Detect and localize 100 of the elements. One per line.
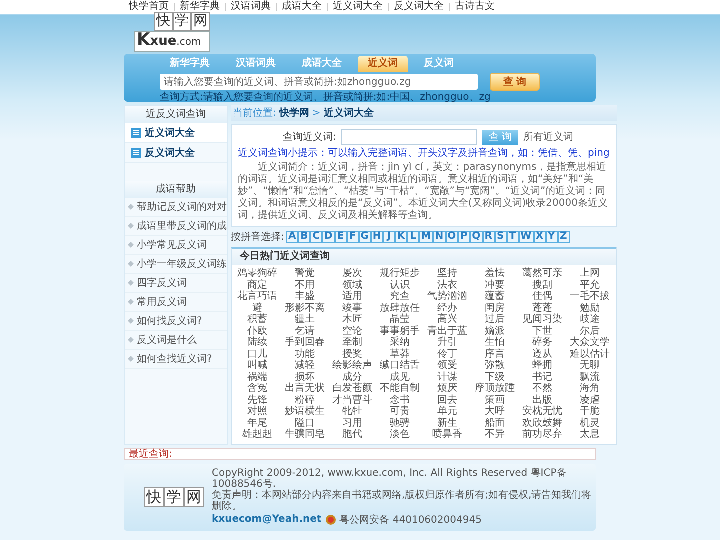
letter-link[interactable]: B bbox=[298, 231, 310, 243]
word-link[interactable]: 减轻 bbox=[295, 360, 316, 372]
top-nav-link[interactable]: 新华字典 bbox=[175, 1, 225, 13]
word-link[interactable]: 不用 bbox=[295, 280, 316, 291]
word-link[interactable]: 警觉 bbox=[295, 268, 316, 280]
word-link[interactable]: 序言 bbox=[485, 348, 506, 360]
word-link[interactable]: 蜂拥 bbox=[532, 360, 553, 372]
help-link[interactable]: 帮助记反义词的对对 bbox=[125, 198, 227, 217]
word-link[interactable]: 大众文学 bbox=[570, 337, 610, 348]
word-link[interactable]: 单元 bbox=[438, 406, 458, 418]
word-link[interactable]: 妙语横生 bbox=[285, 406, 326, 418]
word-link[interactable]: 才当曹斗 bbox=[332, 394, 373, 406]
letter-link[interactable]: A bbox=[286, 231, 298, 243]
word-link[interactable]: 凌虐 bbox=[580, 394, 600, 406]
help-link[interactable]: 小学一年级反义词练 bbox=[125, 255, 227, 274]
word-link[interactable]: 领受 bbox=[438, 360, 458, 372]
word-link[interactable]: 白发苍颜 bbox=[332, 383, 373, 394]
word-link[interactable]: 遵从 bbox=[532, 348, 553, 360]
word-link[interactable]: 伶丁 bbox=[438, 348, 458, 360]
word-link[interactable]: 回去 bbox=[438, 394, 458, 406]
help-link[interactable]: 反义词是什么 bbox=[125, 331, 227, 350]
letter-link[interactable]: R bbox=[482, 231, 495, 243]
top-nav-link[interactable]: 反义词大全 bbox=[389, 1, 449, 13]
word-link[interactable]: 竣事 bbox=[342, 302, 363, 314]
word-link[interactable]: 佳偶 bbox=[532, 291, 553, 302]
word-link[interactable]: 年尾 bbox=[248, 418, 268, 429]
word-link[interactable]: 成见 bbox=[390, 372, 410, 383]
word-link[interactable]: 事事躬手 bbox=[380, 326, 420, 337]
word-link[interactable]: 一毛不拔 bbox=[570, 291, 610, 302]
help-link[interactable]: 小学常见反义词 bbox=[125, 236, 227, 255]
help-link[interactable]: 成语里带反义词的成 bbox=[125, 217, 227, 236]
top-nav-link[interactable]: 快学首页 bbox=[124, 1, 174, 13]
word-link[interactable]: 晶莹 bbox=[390, 314, 410, 326]
letter-link[interactable]: Q bbox=[470, 231, 483, 243]
letter-link[interactable]: E bbox=[334, 231, 347, 243]
word-link[interactable]: 升引 bbox=[438, 337, 458, 348]
search-button[interactable]: 查 询 bbox=[490, 73, 540, 91]
letter-link[interactable]: G bbox=[358, 231, 371, 243]
word-link[interactable]: 蕴蓄 bbox=[485, 291, 506, 302]
word-link[interactable]: 欢欣鼓舞 bbox=[522, 418, 563, 429]
word-link[interactable]: 疆土 bbox=[295, 314, 316, 326]
letter-link[interactable]: Y bbox=[546, 231, 558, 243]
word-link[interactable]: 不能自制 bbox=[380, 383, 420, 394]
query-field[interactable] bbox=[341, 129, 478, 145]
help-link[interactable]: 常用反义词 bbox=[125, 293, 227, 312]
word-link[interactable]: 前功尽弃 bbox=[522, 429, 563, 440]
word-link[interactable]: 仆欧 bbox=[248, 326, 268, 337]
word-link[interactable]: 积蓄 bbox=[248, 314, 268, 326]
word-link[interactable]: 含冤 bbox=[248, 383, 268, 394]
letter-link[interactable]: P bbox=[458, 231, 470, 243]
word-link[interactable]: 先锋 bbox=[248, 394, 268, 406]
word-link[interactable]: 认识 bbox=[390, 280, 410, 291]
word-link[interactable]: 高兴 bbox=[438, 314, 458, 326]
word-link[interactable]: 雄赳赳 bbox=[242, 429, 273, 440]
word-link[interactable]: 坚持 bbox=[438, 268, 458, 280]
word-link[interactable]: 驰骋 bbox=[390, 418, 410, 429]
letter-link[interactable]: Z bbox=[558, 231, 570, 243]
word-link[interactable]: 上网 bbox=[580, 268, 600, 280]
letter-link[interactable]: L bbox=[407, 231, 420, 243]
letter-link[interactable]: M bbox=[419, 231, 434, 243]
word-link[interactable]: 干脆 bbox=[580, 406, 600, 418]
word-link[interactable]: 蓬蓬 bbox=[532, 302, 553, 314]
word-link[interactable]: 尔后 bbox=[580, 326, 600, 337]
word-link[interactable]: 搜刮 bbox=[532, 280, 553, 291]
word-link[interactable]: 生怕 bbox=[485, 337, 506, 348]
sidebar-item[interactable]: 近义词大全 bbox=[125, 123, 227, 143]
word-link[interactable]: 书记 bbox=[532, 372, 553, 383]
nav-tab[interactable]: 近义词 bbox=[358, 56, 408, 72]
word-link[interactable]: 计谋 bbox=[438, 372, 458, 383]
word-link[interactable]: 烦厌 bbox=[438, 383, 458, 394]
sidebar-item[interactable]: 反义词大全 bbox=[125, 143, 227, 163]
letter-link[interactable]: K bbox=[395, 231, 408, 243]
word-link[interactable]: 新生 bbox=[438, 418, 458, 429]
letter-link[interactable]: W bbox=[518, 231, 534, 243]
word-link[interactable]: 无聊 bbox=[580, 360, 600, 372]
letter-link[interactable]: O bbox=[446, 231, 458, 243]
word-link[interactable]: 安枕无忧 bbox=[522, 406, 563, 418]
word-link[interactable]: 蔼然可亲 bbox=[522, 268, 563, 280]
word-link[interactable]: 摩顶放踵 bbox=[475, 383, 516, 394]
letter-link[interactable]: D bbox=[322, 231, 335, 243]
word-link[interactable]: 避 bbox=[252, 302, 263, 314]
word-link[interactable]: 商定 bbox=[248, 280, 268, 291]
word-link[interactable]: 歧途 bbox=[580, 314, 600, 326]
email-link[interactable]: kxuecom@Yeah.net bbox=[212, 514, 322, 525]
word-link[interactable]: 出言无状 bbox=[285, 383, 326, 394]
word-link[interactable]: 法衣 bbox=[438, 280, 458, 291]
word-link[interactable]: 草莽 bbox=[390, 348, 410, 360]
search-field[interactable]: 请输入您要查询的近义词、拼音或简拼:如zhongguo.zg bbox=[160, 74, 478, 90]
word-link[interactable]: 究查 bbox=[390, 291, 410, 302]
word-link[interactable]: 牝牡 bbox=[342, 406, 363, 418]
breadcrumb-link[interactable]: 快学网 bbox=[279, 106, 310, 120]
word-link[interactable]: 可贵 bbox=[390, 406, 410, 418]
word-link[interactable]: 鸡零狗碎 bbox=[238, 268, 278, 280]
word-link[interactable]: 丰盛 bbox=[295, 291, 316, 302]
word-link[interactable]: 羞怯 bbox=[485, 268, 506, 280]
help-link[interactable]: 如何找反义词? bbox=[125, 312, 227, 331]
word-link[interactable]: 下世 bbox=[532, 326, 553, 337]
word-link[interactable]: 下级 bbox=[485, 372, 506, 383]
word-link[interactable]: 规行矩步 bbox=[380, 268, 420, 280]
word-link[interactable]: 过后 bbox=[485, 314, 506, 326]
